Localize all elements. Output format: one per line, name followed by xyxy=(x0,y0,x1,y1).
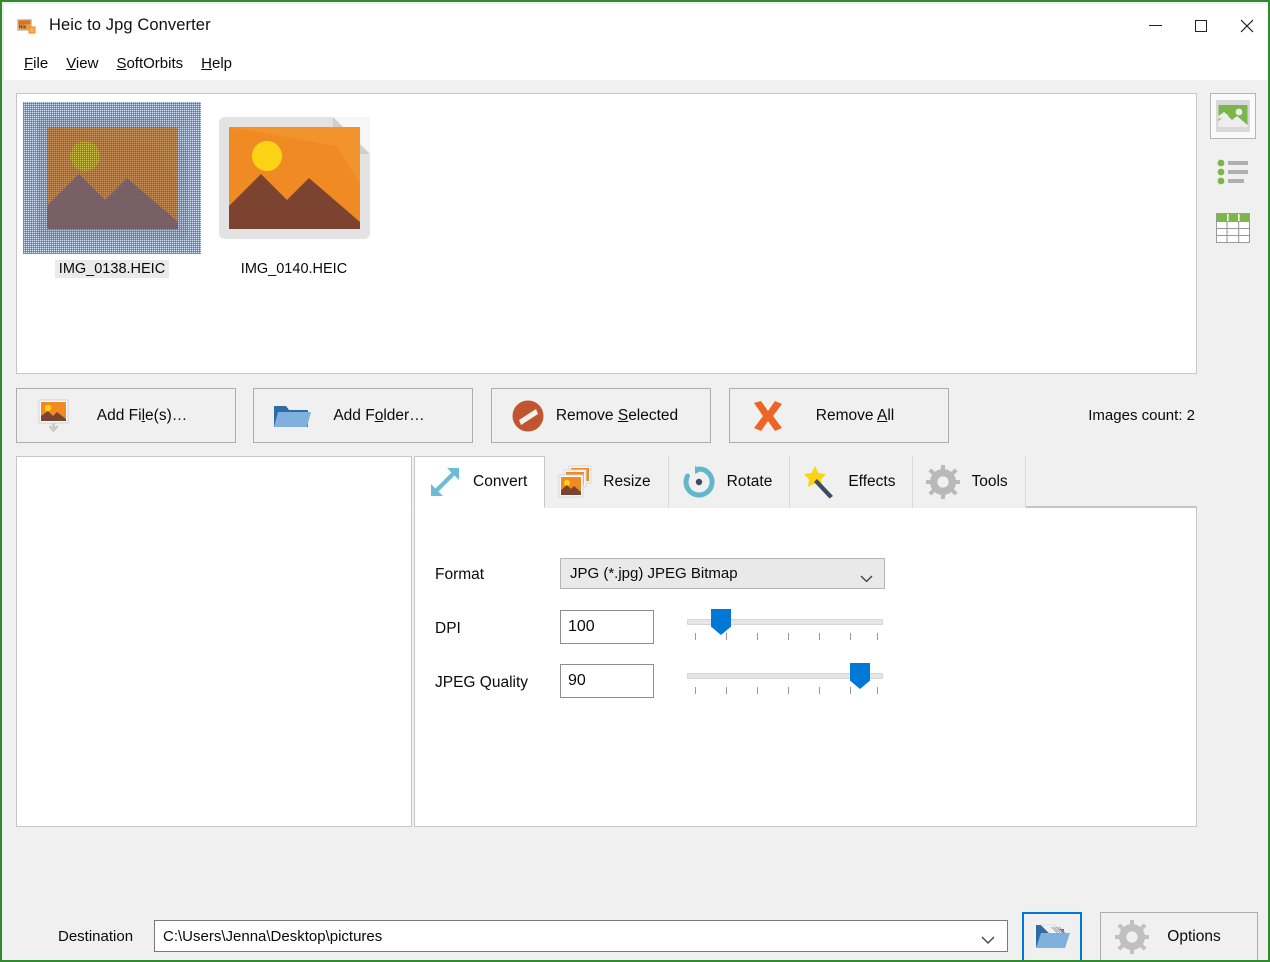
jpeg-quality-label: JPEG Quality xyxy=(435,674,529,691)
convert-tab-panel: Format JPG (*.jpg) JPEG Bitmap DPI 100 J… xyxy=(414,508,1197,827)
add-files-label: Add File(s)… xyxy=(96,406,188,424)
main-content: IMG_0138.HEIC IMG_0140.HEIC Add File(s)…… xyxy=(4,80,1268,960)
tab-effects[interactable]: Effects xyxy=(790,456,914,508)
jpeg-quality-slider[interactable] xyxy=(687,660,883,700)
gear-icon xyxy=(1115,920,1149,954)
tab-tools[interactable]: Tools xyxy=(913,456,1026,508)
folder-icon xyxy=(272,399,312,433)
tab-tools-label: Tools xyxy=(971,473,1008,490)
photo-icon xyxy=(217,114,372,242)
remove-selected-label: Remove Selected xyxy=(555,406,679,424)
dpi-label: DPI xyxy=(435,620,461,637)
jpeg-quality-input[interactable]: 90 xyxy=(560,664,654,698)
magic-wand-icon xyxy=(803,465,837,499)
destination-value: C:\Users\Jenna\Desktop\pictures xyxy=(163,927,383,945)
menu-item-file[interactable]: File xyxy=(15,52,57,75)
format-label: Format xyxy=(435,566,485,583)
remove-all-button[interactable]: Remove All xyxy=(729,388,949,443)
window-controls xyxy=(1132,4,1268,47)
no-entry-icon xyxy=(510,399,550,433)
menu-item-help[interactable]: Help xyxy=(192,52,241,75)
menu-item-file-rest: ile xyxy=(33,55,49,72)
rotate-arrow-icon xyxy=(682,465,716,499)
file-toolbar: Add File(s)… Add Folder… Remove Selected… xyxy=(16,388,1197,443)
dpi-slider-ticks xyxy=(687,633,883,641)
remove-selected-button[interactable]: Remove Selected xyxy=(491,388,711,443)
tab-rotate-label: Rotate xyxy=(726,473,773,490)
destination-input[interactable]: C:\Users\Jenna\Desktop\pictures xyxy=(154,920,1008,952)
application-window: hic Heic to Jpg Converter File View Soft… xyxy=(0,0,1270,962)
window-title: Heic to Jpg Converter xyxy=(49,16,211,34)
tab-effects-label: Effects xyxy=(848,473,896,490)
selection-overlay xyxy=(23,102,201,254)
settings-tabs-area: Convert Resize Rotate Effects Tools Form… xyxy=(414,456,1197,827)
tab-rotate[interactable]: Rotate xyxy=(668,456,791,508)
list-item[interactable]: IMG_0140.HEIC xyxy=(203,98,385,278)
details-view-icon[interactable] xyxy=(1210,205,1256,251)
menu-item-view[interactable]: View xyxy=(57,52,107,75)
thumbnail-panel[interactable]: IMG_0138.HEIC IMG_0140.HEIC xyxy=(16,93,1197,374)
minimize-icon[interactable] xyxy=(1132,4,1178,47)
dpi-slider[interactable] xyxy=(687,606,883,646)
red-x-icon xyxy=(748,399,788,433)
thumbnail-image xyxy=(23,102,201,254)
destination-label: Destination xyxy=(58,928,134,945)
list-item[interactable]: IMG_0138.HEIC xyxy=(21,98,203,278)
tab-resize-label: Resize xyxy=(603,473,651,490)
title-bar: hic Heic to Jpg Converter xyxy=(4,4,1268,47)
tab-strip: Convert Resize Rotate Effects Tools xyxy=(414,456,1197,508)
list-view-icon[interactable] xyxy=(1210,149,1256,195)
menu-item-softorbits[interactable]: SoftOrbits xyxy=(107,52,192,75)
format-select-value: JPG (*.jpg) JPEG Bitmap xyxy=(570,565,738,582)
browse-folder-button[interactable] xyxy=(1022,912,1082,960)
add-files-button[interactable]: Add File(s)… xyxy=(16,388,236,443)
view-mode-buttons xyxy=(1207,93,1259,251)
app-logo-icon: hic xyxy=(16,16,36,36)
add-folder-button[interactable]: Add Folder… xyxy=(253,388,473,443)
thumbnail-image xyxy=(205,102,383,254)
dpi-input-value: 100 xyxy=(568,618,595,635)
tab-strip-filler xyxy=(1025,456,1197,507)
thumbnail-label: IMG_0140.HEIC xyxy=(240,261,348,277)
chevron-down-icon[interactable] xyxy=(981,932,995,949)
dpi-input[interactable]: 100 xyxy=(560,610,654,644)
images-count-label: Images count: 2 xyxy=(1088,407,1195,424)
menu-item-help-rest: elp xyxy=(211,55,233,72)
maximize-icon[interactable] xyxy=(1178,4,1224,47)
close-icon[interactable] xyxy=(1224,4,1268,47)
thumbnail-view-icon[interactable] xyxy=(1210,93,1256,139)
jpeg-quality-slider-ticks xyxy=(687,687,883,695)
tab-convert[interactable]: Convert xyxy=(414,456,546,508)
open-folder-icon xyxy=(1034,921,1070,956)
add-image-icon xyxy=(35,399,75,433)
options-button[interactable]: Options xyxy=(1100,912,1258,960)
image-preview-panel[interactable] xyxy=(16,456,412,827)
svg-text:hic: hic xyxy=(19,24,27,30)
thumbnail-list: IMG_0138.HEIC IMG_0140.HEIC xyxy=(17,94,1196,278)
tab-convert-label: Convert xyxy=(473,473,528,490)
jpeg-quality-input-value: 90 xyxy=(568,672,586,689)
dpi-slider-thumb[interactable] xyxy=(711,609,731,635)
resize-image-icon xyxy=(558,465,592,499)
menu-item-softorbits-rest: oftOrbits xyxy=(126,55,184,72)
gear-icon xyxy=(926,465,961,499)
options-label: Options xyxy=(1167,928,1221,945)
convert-arrows-icon xyxy=(428,465,462,499)
thumbnail-label: IMG_0138.HEIC xyxy=(54,260,170,278)
jpeg-quality-slider-thumb[interactable] xyxy=(850,663,870,689)
tab-resize[interactable]: Resize xyxy=(545,456,669,508)
format-select[interactable]: JPG (*.jpg) JPEG Bitmap xyxy=(560,558,885,589)
add-folder-label: Add Folder… xyxy=(333,406,425,424)
menu-bar: File View SoftOrbits Help xyxy=(4,47,1268,80)
chevron-down-icon xyxy=(860,570,873,587)
remove-all-label: Remove All xyxy=(815,406,895,424)
menu-item-view-rest: iew xyxy=(75,55,99,72)
